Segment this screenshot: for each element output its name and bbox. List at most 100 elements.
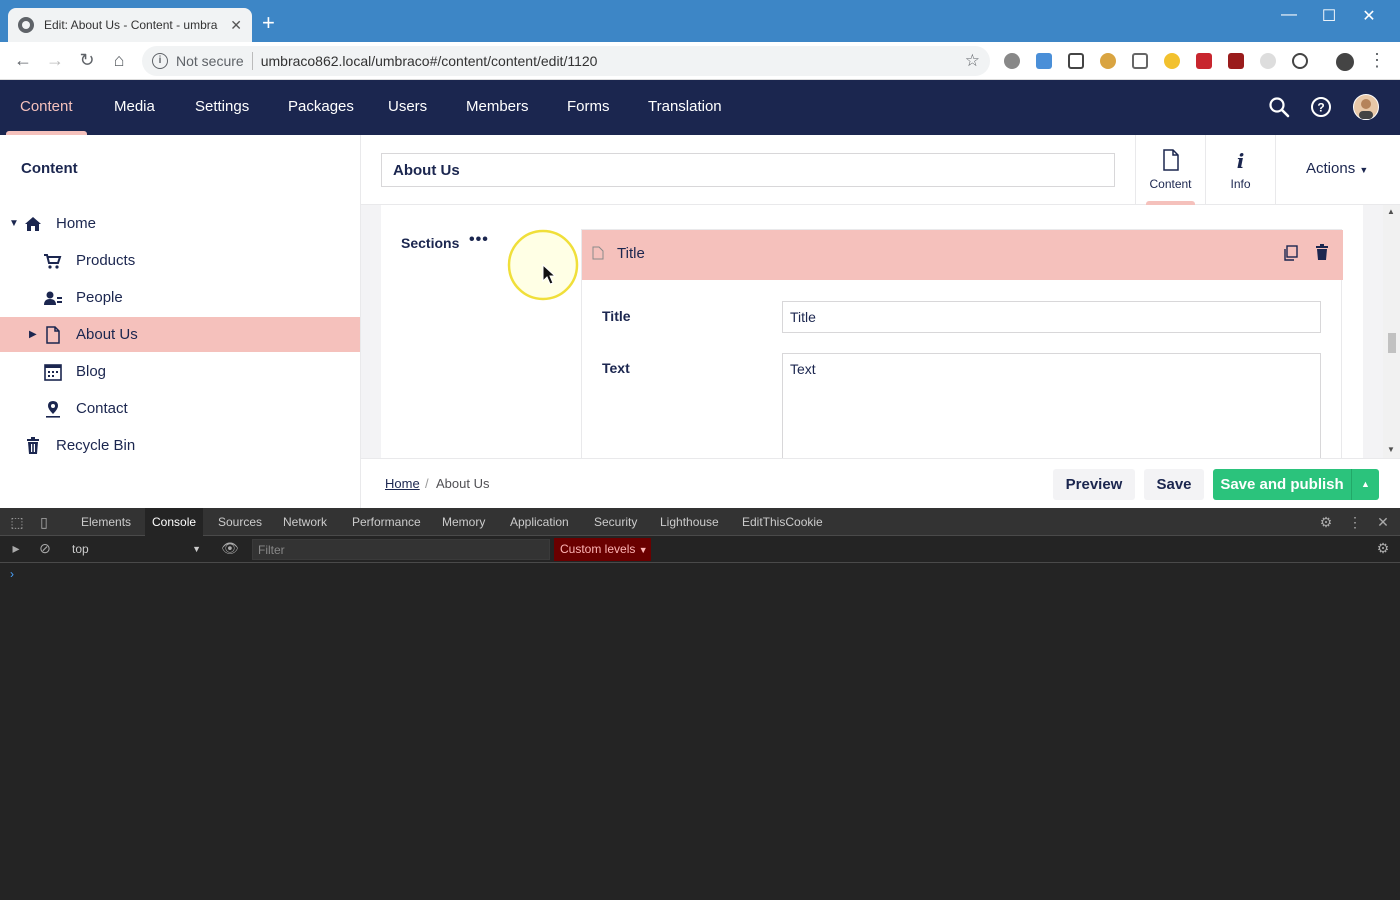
home-icon[interactable]: ⌂ — [108, 50, 130, 71]
tree-item-blog[interactable]: Blog — [0, 354, 360, 389]
devtools-tab-performance[interactable]: Performance — [345, 508, 428, 536]
title-property-label: Title — [602, 308, 631, 324]
clear-console-icon[interactable]: ⊘ — [37, 540, 53, 557]
url-text[interactable]: umbraco862.local/umbraco#/content/conten… — [261, 53, 598, 69]
browser-tab[interactable]: Edit: About Us - Content - umbra ✕ — [8, 8, 252, 42]
browser-menu-icon[interactable]: ⋮ — [1366, 50, 1388, 71]
bookmark-star-icon[interactable]: ☆ — [965, 51, 980, 71]
info-icon[interactable]: i — [152, 53, 168, 69]
devtools-tab-sources[interactable]: Sources — [211, 508, 269, 536]
tree-item-products[interactable]: Products — [0, 243, 360, 278]
caret-down-icon: ▼ — [638, 545, 648, 555]
nav-settings[interactable]: Settings — [195, 80, 249, 135]
sections-label: Sections — [401, 235, 460, 251]
close-tab-icon[interactable]: ✕ — [230, 17, 242, 34]
main-navigation: Content Media Settings Packages Users Me… — [0, 80, 1400, 135]
minimize-window-button[interactable]: — — [1274, 6, 1304, 24]
nav-media[interactable]: Media — [114, 80, 155, 135]
extension-blue-icon[interactable] — [1036, 53, 1052, 69]
breadcrumb-home[interactable]: Home — [385, 476, 420, 491]
console-settings-gear-icon[interactable]: ⚙ — [1375, 540, 1391, 557]
console-prompt[interactable]: › — [10, 567, 14, 581]
nav-packages[interactable]: Packages — [288, 80, 354, 135]
devtools-close-icon[interactable]: ✕ — [1375, 514, 1391, 531]
extension-s-icon[interactable] — [1260, 53, 1276, 69]
actions-dropdown[interactable]: Actions ▼ — [1306, 160, 1368, 177]
device-toolbar-icon[interactable]: ▯ — [36, 514, 52, 531]
copy-icon[interactable] — [1283, 245, 1299, 264]
tree-item-home[interactable]: ▼ Home — [0, 206, 360, 241]
live-expression-eye-icon[interactable]: 👁 — [221, 540, 239, 557]
delete-icon[interactable] — [1315, 244, 1329, 264]
save-button[interactable]: Save — [1144, 469, 1204, 500]
text-textarea[interactable]: Text — [782, 353, 1321, 458]
caret-down-icon[interactable]: ▼ — [9, 218, 19, 229]
back-arrow-icon[interactable]: ← — [12, 50, 34, 71]
maximize-window-button[interactable]: ☐ — [1314, 6, 1344, 26]
devtools-tab-application[interactable]: Application — [503, 508, 576, 536]
extension-red-icon[interactable] — [1196, 53, 1212, 69]
caret-right-icon[interactable]: ▶ — [29, 329, 37, 340]
log-levels-dropdown[interactable]: Custom levels ▼ — [554, 538, 651, 561]
omnibox-divider — [251, 52, 253, 70]
reload-icon[interactable]: ↻ — [76, 50, 98, 71]
tree-item-recycle-bin[interactable]: Recycle Bin — [0, 428, 360, 463]
devtools-tab-elements[interactable]: Elements — [74, 508, 138, 536]
devtools-tab-security[interactable]: Security — [587, 508, 644, 536]
browser-tab-bar: Edit: About Us - Content - umbra ✕ + — ☐… — [0, 0, 1400, 42]
execution-context-select[interactable]: top ▼ — [65, 539, 205, 559]
help-icon[interactable]: ? — [1310, 96, 1332, 118]
actions-label: Actions — [1306, 160, 1356, 177]
sections-menu-button[interactable]: ••• — [469, 231, 489, 249]
tree-item-contact[interactable]: Contact — [0, 391, 360, 426]
breadcrumb-current: About Us — [436, 476, 490, 491]
forward-arrow-icon[interactable]: → — [44, 50, 66, 71]
search-icon[interactable] — [1268, 96, 1290, 118]
devtools-more-icon[interactable]: ⋮ — [1347, 514, 1363, 531]
extension-cookie-icon[interactable] — [1100, 53, 1116, 69]
inspect-element-icon[interactable]: ⬚ — [9, 514, 25, 531]
devtools-tab-network[interactable]: Network — [276, 508, 334, 536]
app-tab-content[interactable]: Content — [1135, 135, 1205, 205]
save-and-publish-button[interactable]: Save and publish — [1213, 469, 1351, 500]
content-name-input[interactable]: About Us — [381, 153, 1115, 187]
new-tab-button[interactable]: + — [262, 12, 275, 34]
tree-item-about-us[interactable]: ▶ About Us — [0, 317, 360, 352]
extension-badge-icon[interactable] — [1228, 53, 1244, 69]
devtools-tab-lighthouse[interactable]: Lighthouse — [653, 508, 726, 536]
app-tab-info[interactable]: i Info — [1205, 135, 1275, 205]
nav-translation[interactable]: Translation — [648, 80, 722, 135]
publish-options-caret-icon[interactable]: ▲ — [1351, 469, 1379, 500]
extension-info-icon[interactable] — [1292, 53, 1308, 69]
nav-users[interactable]: Users — [388, 80, 427, 135]
tree-item-label: Recycle Bin — [56, 437, 136, 454]
scroll-up-icon[interactable]: ▲ — [1387, 207, 1395, 216]
extension-circle-icon[interactable] — [1004, 53, 1020, 69]
extension-yellow-icon[interactable] — [1164, 53, 1180, 69]
omnibox[interactable]: i Not secure umbraco862.local/umbraco#/c… — [142, 46, 990, 76]
extension-pen-icon[interactable] — [1068, 53, 1084, 69]
nav-members[interactable]: Members — [466, 80, 529, 135]
preview-button[interactable]: Preview — [1053, 469, 1135, 500]
devtools-tab-editthiscookie[interactable]: EditThisCookie — [735, 508, 830, 536]
close-window-button[interactable]: ✕ — [1354, 6, 1384, 26]
extension-recycle-icon[interactable] — [1132, 53, 1148, 69]
editor-header: About Us Content i Info Actions ▼ — [361, 135, 1400, 205]
devtools-settings-gear-icon[interactable]: ⚙ — [1318, 514, 1334, 531]
devtools-panel: ⬚ ▯ Elements Console Sources Network Per… — [0, 508, 1400, 900]
block-header[interactable]: Title — [582, 230, 1343, 280]
devtools-tab-memory[interactable]: Memory — [435, 508, 492, 536]
tree-item-people[interactable]: People — [0, 280, 360, 315]
editor-scrollbar[interactable]: ▲ ▼ — [1383, 205, 1400, 458]
scroll-down-icon[interactable]: ▼ — [1387, 445, 1395, 454]
profile-avatar-icon[interactable] — [1336, 53, 1354, 71]
devtools-tab-console[interactable]: Console — [145, 508, 204, 536]
title-input[interactable]: Title — [782, 301, 1321, 333]
scrollbar-thumb[interactable] — [1388, 333, 1396, 353]
user-avatar[interactable] — [1353, 94, 1379, 120]
not-secure-label[interactable]: Not secure — [176, 53, 244, 69]
nav-forms[interactable]: Forms — [567, 80, 610, 135]
nav-content[interactable]: Content — [6, 80, 86, 135]
console-filter-input[interactable]: Filter — [252, 539, 550, 560]
console-sidebar-icon[interactable]: ▸ — [8, 540, 24, 557]
